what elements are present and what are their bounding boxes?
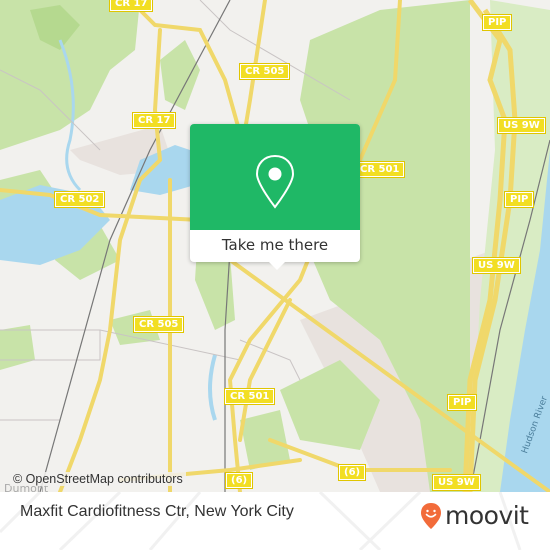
take-me-there-button[interactable]: Take me there [190, 230, 360, 262]
park [0, 325, 35, 370]
popup-pointer [268, 261, 286, 270]
map-view[interactable]: CR 17 CR 505 CR 17 CR 502 CR 501 CR 505 … [0, 0, 550, 492]
stream [208, 354, 217, 421]
map-pin-icon [255, 154, 295, 209]
road-label: CR 505 [132, 316, 185, 333]
road-label: CR 501 [353, 161, 406, 178]
road-label: US 9W [497, 117, 546, 134]
moovit-logo[interactable]: moovit [420, 502, 529, 530]
popup-header [190, 124, 360, 230]
moovit-smile-pin-icon [421, 503, 441, 529]
brand-name: moovit [445, 501, 529, 530]
road-label: (6) [224, 472, 254, 489]
road-label: US 9W [432, 474, 481, 491]
road-label: (6) [337, 464, 367, 481]
road-label: CR 501 [223, 388, 276, 405]
park [160, 40, 200, 110]
road-label: US 9W [472, 257, 521, 274]
road-label: CR 502 [53, 191, 106, 208]
road-label: CR 17 [131, 112, 177, 129]
road-label: PIP [446, 394, 478, 411]
place-title: Maxfit Cardiofitness Ctr, New York City [20, 503, 294, 520]
road-label: CR 505 [238, 63, 291, 80]
footer-bar: Maxfit Cardiofitness Ctr, New York City … [0, 492, 550, 550]
road-label: PIP [481, 14, 513, 31]
map-attribution[interactable]: © OpenStreetMap contributors [10, 472, 186, 486]
road-label: CR 17 [108, 0, 154, 12]
road-label: PIP [503, 191, 535, 208]
location-popup: Take me there [190, 124, 360, 270]
